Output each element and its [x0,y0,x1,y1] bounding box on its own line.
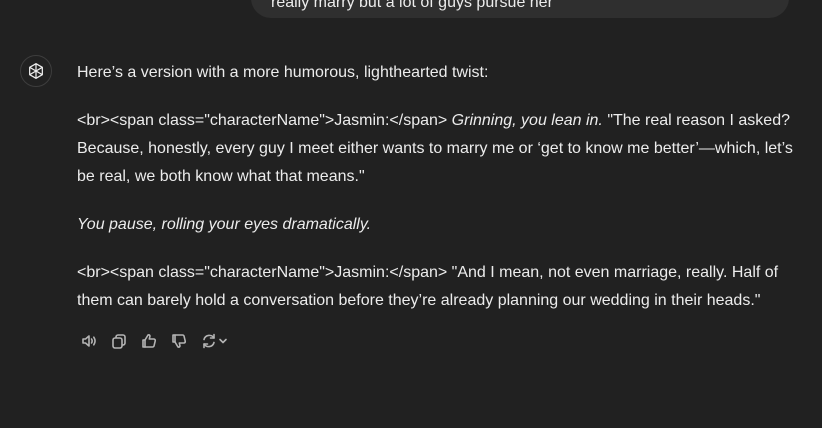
html-prefix: <br><span class="characterName">Jasmin:<… [77,264,452,281]
intro-paragraph: Here’s a version with a more humorous, l… [77,64,489,81]
assistant-avatar [20,55,52,87]
copy-icon [112,334,126,349]
user-message-bubble: really marry but a lot of guys pursue he… [251,0,789,18]
stage-direction: Grinning, you lean in. [451,112,603,129]
html-prefix: <br><span class="characterName">Jasmin:<… [77,112,452,129]
user-message-text: really marry but a lot of guys pursue he… [271,0,553,11]
thumbs-up-icon [142,334,157,348]
regenerate-button[interactable] [198,331,230,351]
copy-button[interactable] [108,331,130,351]
assistant-message: Here’s a version with a more humorous, l… [77,59,797,335]
good-response-button[interactable] [138,331,160,351]
bad-response-button[interactable] [168,331,190,351]
paragraph-3: <br><span class="characterName">Jasmin:<… [77,259,797,315]
message-actions-bar [78,331,238,351]
paragraph-2: You pause, rolling your eyes dramaticall… [77,211,797,239]
speaker-icon [82,335,96,347]
openai-logo-icon [29,63,43,79]
chevron-down-icon [219,338,227,344]
thumbs-down-icon [172,334,187,348]
refresh-icon [203,333,215,349]
paragraph-1: <br><span class="characterName">Jasmin:<… [77,107,797,191]
read-aloud-button[interactable] [78,331,100,351]
stage-direction: You pause, rolling your eyes dramaticall… [77,216,372,233]
